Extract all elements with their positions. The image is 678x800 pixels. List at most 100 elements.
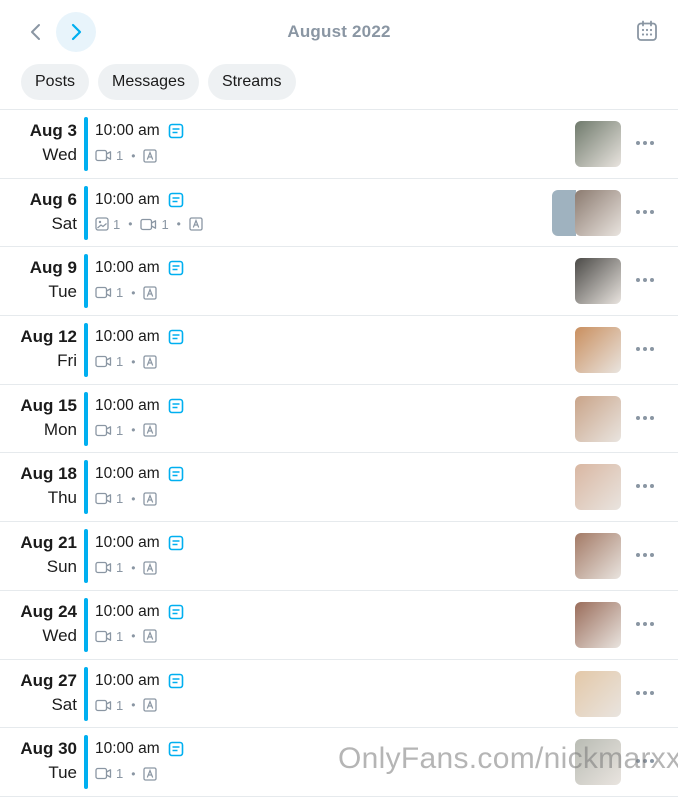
post-thumbnails — [575, 258, 621, 305]
accent-bar — [84, 666, 88, 721]
post-time: 10:00 am — [95, 328, 160, 346]
post-thumbnail[interactable] — [575, 121, 621, 167]
accent-bar — [84, 735, 88, 790]
post-date: Aug 27 Sat — [0, 669, 77, 717]
alt-text-icon — [189, 217, 203, 231]
more-options-button[interactable] — [632, 267, 658, 293]
text-post-icon — [168, 604, 184, 620]
separator-dot: • — [131, 148, 136, 163]
post-day: Aug 18 — [20, 464, 77, 484]
calendar-icon — [637, 20, 657, 41]
post-thumbnail[interactable] — [575, 258, 621, 305]
accent-bar — [84, 185, 88, 240]
post-date: Aug 3 Wed — [0, 119, 77, 167]
more-options-button[interactable] — [632, 473, 658, 499]
post-media-meta: 1 • — [95, 698, 158, 713]
video-icon — [95, 355, 112, 368]
tab-streams[interactable]: Streams — [207, 64, 296, 100]
post-time: 10:00 am — [95, 534, 160, 552]
scheduled-posts-list: Aug 3 Wed 10:00 am 1 • Aug 6 Sat 10:00 am… — [0, 109, 678, 797]
post-thumbnail[interactable] — [575, 601, 621, 648]
scheduled-post-row[interactable]: Aug 12 Fri 10:00 am 1 • — [0, 316, 678, 385]
post-thumbnail[interactable] — [575, 395, 621, 442]
post-weekday: Mon — [43, 419, 77, 439]
filter-tabs: Posts Messages Streams — [21, 64, 296, 100]
tab-posts[interactable]: Posts — [21, 64, 90, 100]
post-weekday: Tue — [48, 282, 77, 302]
alt-text-icon — [143, 423, 158, 437]
post-thumbnail[interactable] — [575, 464, 621, 511]
video-count: 1 — [116, 422, 124, 438]
post-thumbnail-secondary[interactable] — [552, 189, 576, 236]
post-date: Aug 24 Wed — [0, 600, 77, 648]
post-media-meta: 1 • — [95, 148, 158, 163]
post-day: Aug 27 — [20, 670, 77, 690]
post-thumbnails — [575, 327, 621, 374]
post-thumbnail[interactable] — [575, 189, 621, 236]
post-day: Aug 21 — [20, 533, 77, 553]
video-icon — [95, 424, 112, 437]
post-thumbnail[interactable] — [575, 533, 621, 580]
separator-dot: • — [176, 217, 181, 232]
scheduled-post-row[interactable]: Aug 18 Thu 10:00 am 1 • — [0, 453, 678, 523]
video-count: 1 — [116, 766, 124, 782]
accent-bar — [84, 254, 88, 309]
post-thumbnails — [575, 670, 621, 717]
separator-dot: • — [131, 491, 136, 506]
post-date: Aug 9 Tue — [0, 256, 77, 304]
post-thumbnails — [575, 395, 621, 442]
alt-text-icon — [143, 354, 158, 369]
alt-text-icon — [143, 492, 158, 506]
more-options-button[interactable] — [632, 680, 658, 706]
post-weekday: Thu — [47, 488, 77, 508]
post-day: Aug 12 — [20, 327, 77, 347]
scheduled-post-row[interactable]: Aug 3 Wed 10:00 am 1 • — [0, 110, 678, 179]
separator-dot: • — [131, 560, 136, 575]
alt-text-icon — [143, 560, 158, 575]
alt-text-icon — [143, 698, 158, 712]
video-count: 1 — [116, 491, 124, 507]
post-date: Aug 15 Mon — [0, 394, 77, 442]
post-media-meta: 1 • — [95, 354, 158, 370]
post-weekday: Fri — [57, 351, 77, 371]
video-icon — [95, 630, 112, 643]
video-count: 1 — [116, 148, 124, 163]
scheduled-post-row[interactable]: Aug 6 Sat 10:00 am 1 • 1 • — [0, 179, 678, 248]
post-thumbnails — [552, 189, 621, 236]
more-options-button[interactable] — [632, 611, 658, 637]
text-post-icon — [168, 329, 184, 345]
accent-bar — [84, 529, 88, 584]
separator-dot: • — [131, 766, 136, 781]
video-count: 1 — [116, 354, 124, 370]
more-options-button[interactable] — [632, 405, 658, 431]
post-thumbnails — [575, 601, 621, 648]
scheduled-post-row[interactable]: Aug 9 Tue 10:00 am 1 • — [0, 247, 678, 317]
separator-dot: • — [131, 698, 136, 712]
separator-dot: • — [131, 629, 136, 644]
more-options-button[interactable] — [632, 542, 658, 568]
post-day: Aug 30 — [20, 739, 77, 759]
tab-messages[interactable]: Messages — [98, 64, 199, 100]
post-thumbnail[interactable] — [575, 670, 621, 717]
more-options-button[interactable] — [632, 199, 658, 225]
more-dots-icon — [636, 553, 640, 558]
scheduled-post-row[interactable]: Aug 27 Sat 10:00 am 1 • — [0, 660, 678, 729]
alt-text-icon — [143, 767, 158, 781]
calendar-view-button[interactable] — [632, 16, 662, 46]
post-thumbnail[interactable] — [575, 327, 621, 374]
video-icon — [95, 561, 112, 574]
post-time: 10:00 am — [95, 122, 160, 139]
more-options-button[interactable] — [632, 130, 658, 156]
scheduled-post-row[interactable]: Aug 21 Sun 10:00 am 1 • — [0, 522, 678, 591]
post-date: Aug 12 Fri — [0, 325, 77, 373]
post-time: 10:00 am — [95, 671, 160, 689]
more-options-button[interactable] — [632, 336, 658, 362]
scheduled-post-row[interactable]: Aug 15 Mon 10:00 am 1 • — [0, 385, 678, 454]
photo-icon — [95, 217, 109, 231]
accent-bar — [84, 460, 88, 515]
scheduled-post-row[interactable]: Aug 24 Wed 10:00 am 1 • — [0, 591, 678, 660]
post-media-meta: 1 • — [95, 285, 158, 300]
more-dots-icon — [636, 209, 640, 214]
accent-bar — [84, 597, 88, 652]
video-icon — [95, 699, 112, 712]
